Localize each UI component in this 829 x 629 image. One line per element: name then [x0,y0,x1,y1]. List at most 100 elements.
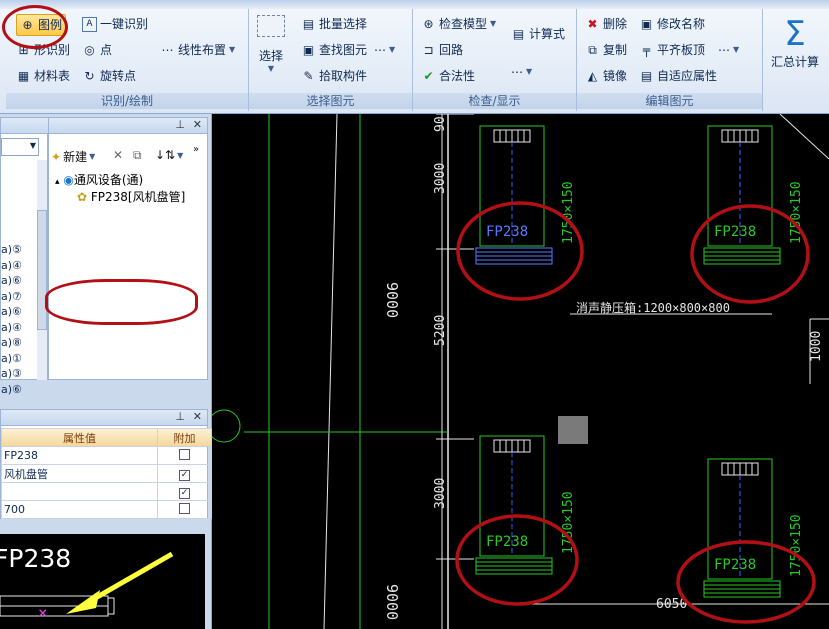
checkbox[interactable] [179,448,190,460]
property-value[interactable]: FP238 [1,446,158,465]
one-click-recognize-button[interactable]: A 一键识别 [82,13,148,35]
component-list-item[interactable]: a)③ [1,366,22,382]
linear-layout-button[interactable]: ⋯ 线性布置 ▼ [160,39,236,61]
table-row[interactable]: ✓ [1,482,212,501]
fan-coil-dimension: 1750×150 [561,181,576,244]
property-extra[interactable]: ✓ [157,482,212,501]
annotation-circle [456,201,584,301]
cad-canvas[interactable]: 3000 5200 3000 90 9000 9000 FP238 1750×150 FP238… [212,114,829,629]
annotation-circle [676,540,816,624]
more-button[interactable]: ⋯ ▼ [511,61,532,83]
dimension-label: 9000 [383,584,401,620]
dimension-label: 3000 [433,163,448,194]
loop-button[interactable]: ⊐ 回路 [421,39,463,61]
fan-coil-label: FP238 [714,224,756,240]
adaptive-props-button[interactable]: ▤ 自适应属性 [639,65,717,87]
sort-icon[interactable]: ↓⇅ ▼ [155,148,183,162]
component-list-panel: ▼ a)⑤ a)④ a)⑥ a)⑦ a)⑥ a)④ a)⑧ a)① a)③ a)⑥ [0,117,49,396]
select-button[interactable]: 选择 ▼ [257,15,285,73]
loop-icon: ⊐ [423,43,434,57]
point-button[interactable]: ◎ 点 [82,39,112,61]
mirror-button[interactable]: ◭ 镜像 [585,65,627,87]
properties-panel: ⊥ ✕ 属性值 附加 FP238 风机盘管 ✓ ✓ 700 [0,409,212,519]
component-list-item[interactable]: a)④ [1,320,22,336]
delete-component-icon[interactable]: ✕ [113,148,123,162]
fan-coil-dimension: 1750×150 [789,514,804,577]
checkbox[interactable]: ✓ [179,469,190,481]
calculator-icon: ▤ [512,27,525,41]
copy-component-icon[interactable]: ⧉ [133,148,142,163]
fan-coil-label: FP238 [714,557,756,573]
box-label: 消声静压箱:1200×800×800 [576,300,730,315]
component-list-item[interactable]: a)⑥ [1,273,22,289]
new-button[interactable]: ✦ 新建 ▼ [51,148,95,165]
close-icon[interactable]: ✕ [193,410,202,423]
property-extra[interactable]: ✓ [157,464,212,483]
check-model-button[interactable]: ⊛ 检查模型 ▼ [421,13,496,35]
property-extra[interactable] [157,500,212,519]
shape-recognize-button[interactable]: ⊞ 形识别 [16,39,70,61]
batch-select-button[interactable]: ▤ 批量选择 [301,13,367,35]
checkbox[interactable] [179,502,190,514]
legality-button[interactable]: ✔ 合法性 [421,65,475,87]
check-icon: ✔ [423,69,434,83]
new-icon: ✦ [51,149,62,164]
chevron-down-icon: ▼ [29,141,36,150]
dimension-label: 5200 [433,315,448,346]
rename-button[interactable]: ▣ 修改名称 [639,13,705,35]
rename-icon: ▣ [640,17,653,31]
component-tree-panel: ⊥ ✕ ✦ 新建 ▼ ✕ ⧉ ↓⇅ ▼ » ▴ ◉通风设备(通) ✿ FP238[风机盘… [48,117,208,380]
pick-component-button[interactable]: ✎ 拾取构件 [301,65,367,87]
table-row[interactable]: 700 [1,500,212,519]
batch-icon: ▤ [302,17,315,31]
component-list-item[interactable]: a)④ [1,258,22,274]
expand-icon: ▴ [55,177,60,187]
component-list-item[interactable]: a)⑧ [1,335,22,351]
dimension-label: 9000 [383,282,401,318]
component-list-item[interactable]: a)⑦ [1,289,22,305]
group-edit-elements: ✖ 删除 ⧉ 复制 ◭ 镜像 ▣ 修改名称 ╤ 平齐板顶 ⋯ ▼ ▤ 自适应属性 编辑图元 [577,9,763,111]
summary-button[interactable]: Σ 汇总计算 [771,15,819,70]
more-icon[interactable]: » [193,144,199,155]
property-extra[interactable] [157,446,212,465]
component-list-item[interactable]: a)⑥ [1,304,22,320]
pin-icon[interactable]: ⊥ [175,118,185,131]
component-list-item[interactable]: a)① [1,351,22,367]
legend-button[interactable]: ⊕ 图例 [16,14,67,36]
rotate-point-button[interactable]: ↻ 旋转点 [82,65,136,87]
fan-coil-label: FP238 [486,224,528,240]
cad-drawing: 3000 5200 3000 90 9000 9000 FP238 1750×150 FP238… [212,114,829,629]
table-row[interactable]: FP238 [1,446,212,465]
property-value[interactable]: 风机盘管 [1,464,158,483]
point-icon: ◎ [84,43,95,57]
pick-icon: ✎ [303,69,314,83]
copy-icon: ⧉ [588,43,597,57]
dimension-label: 3000 [433,478,448,509]
group-title: 识别/绘制 [6,93,248,109]
check-model-icon: ⊛ [423,17,434,31]
delete-button[interactable]: ✖ 删除 [585,13,627,35]
flush-slab-button[interactable]: ╤ 平齐板顶 ⋯ ▼ [639,39,739,61]
pin-icon[interactable]: ⊥ [175,410,185,423]
material-table-button[interactable]: ▦ 材料表 [16,65,70,87]
axis-bubble [212,409,241,443]
copy-button[interactable]: ⧉ 复制 [585,39,627,61]
table-icon: ▦ [17,69,30,83]
close-icon[interactable]: ✕ [193,118,202,131]
tree-item-fp238[interactable]: ✿ FP238[风机盘管] [77,188,185,205]
component-list-item[interactable]: a)⑥ [1,382,22,398]
recognize-icon: A [82,16,97,32]
checkbox[interactable]: ✓ [179,487,190,499]
table-row[interactable]: 风机盘管 ✓ [1,464,212,483]
component-list-item[interactable]: a)⑤ [1,242,22,258]
pipe-line [323,114,338,629]
property-value[interactable]: 700 [1,500,158,519]
property-value[interactable] [1,482,158,501]
find-element-button[interactable]: ▣ 查找图元 ⋯ ▼ [301,39,395,61]
select-icon [257,15,285,37]
scrollbar[interactable] [37,160,47,380]
group-check-display: ⊛ 检查模型 ▼ ⊐ 回路 ✔ 合法性 ▤ 计算式 ⋯ ▼ 检查/显示 [413,9,577,111]
component-type-select[interactable]: ▼ [1,138,39,156]
tree-item-parent[interactable]: ▴ ◉通风设备(通) [55,171,143,188]
formula-button[interactable]: ▤ 计算式 [511,23,565,45]
